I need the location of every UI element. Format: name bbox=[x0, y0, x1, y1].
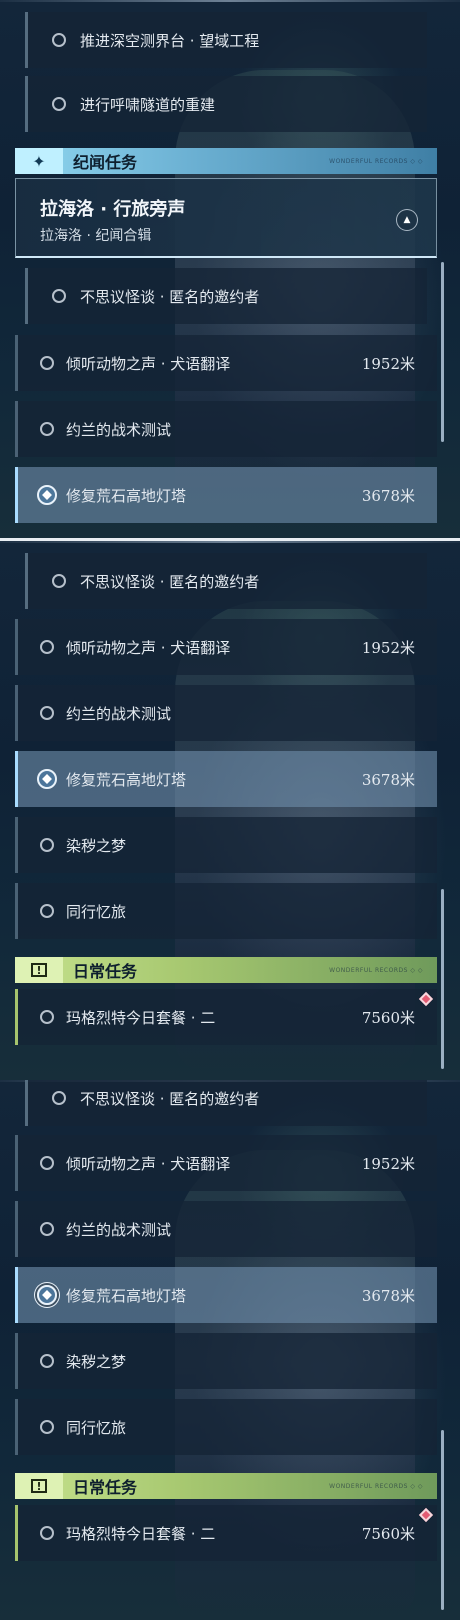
quest-label: 玛格烈特今日套餐 · 二 bbox=[66, 1524, 216, 1543]
quest-label: 约兰的战术测试 bbox=[66, 1220, 172, 1239]
quest-label: 修复荒石高地灯塔 bbox=[66, 1286, 187, 1305]
tracking-target-icon bbox=[37, 1285, 57, 1305]
quest-panel-2: 不思议怪谈 · 匿名的邀约者 倾听动物之声 · 犬语翻译 1952米 约兰的战术… bbox=[0, 541, 460, 1080]
subtask-row[interactable]: 不思议怪谈 · 匿名的邀约者 bbox=[25, 553, 427, 609]
subtask-row[interactable]: 不思议怪谈 · 匿名的邀约者 bbox=[25, 268, 427, 324]
quest-label: 约兰的战术测试 bbox=[66, 420, 172, 439]
unchecked-circle-icon bbox=[40, 1354, 54, 1368]
unchecked-circle-icon bbox=[40, 1156, 54, 1170]
quest-row[interactable]: 约兰的战术测试 bbox=[15, 401, 437, 457]
quest-distance: 7560米 bbox=[361, 1524, 415, 1543]
daily-quest-row[interactable]: 玛格烈特今日套餐 · 二 7560米 bbox=[15, 989, 437, 1045]
unchecked-circle-icon bbox=[40, 1526, 54, 1540]
unchecked-circle-icon bbox=[40, 640, 54, 654]
quest-group-card[interactable]: 拉海洛 · 行旅旁声 拉海洛 · 纪闻合辑 ▲ bbox=[15, 178, 437, 258]
quest-group-subtitle: 拉海洛 · 纪闻合辑 bbox=[40, 228, 152, 244]
quest-distance: 1952米 bbox=[361, 638, 415, 657]
quest-group-title: 拉海洛 · 行旅旁声 bbox=[40, 199, 186, 220]
quest-label: 约兰的战术测试 bbox=[66, 704, 172, 723]
subtask-label: 不思议怪谈 · 匿名的邀约者 bbox=[80, 287, 260, 306]
header-decoration-text: WONDERFUL RECORDS ◇ ◇ bbox=[329, 1482, 423, 1490]
quest-row[interactable]: 倾听动物之声 · 犬语翻译 1952米 bbox=[15, 619, 437, 675]
unchecked-circle-icon bbox=[40, 838, 54, 852]
subtask-row[interactable]: 进行呼啸隧道的重建 bbox=[25, 76, 427, 132]
subtask-label: 不思议怪谈 · 匿名的邀约者 bbox=[80, 1089, 260, 1108]
story-quests-header[interactable]: ✦ 纪闻任务 WONDERFUL RECORDS ◇ ◇ bbox=[15, 148, 437, 174]
quest-row-active[interactable]: 修复荒石高地灯塔 3678米 bbox=[15, 751, 437, 807]
tracking-target-icon bbox=[37, 485, 57, 505]
subtask-label: 不思议怪谈 · 匿名的邀约者 bbox=[80, 572, 260, 591]
quest-label: 倾听动物之声 · 犬语翻译 bbox=[66, 354, 231, 373]
collapse-chevron-icon[interactable]: ▲ bbox=[396, 209, 418, 231]
daily-quests-header[interactable]: ! 日常任务 WONDERFUL RECORDS ◇ ◇ bbox=[15, 1473, 437, 1499]
sparkle-icon: ✦ bbox=[15, 148, 63, 174]
quest-row-active[interactable]: 修复荒石高地灯塔 3678米 bbox=[15, 467, 437, 523]
header-decoration-text: WONDERFUL RECORDS ◇ ◇ bbox=[329, 966, 423, 974]
tracking-target-icon bbox=[37, 769, 57, 789]
unchecked-circle-icon bbox=[52, 33, 66, 47]
header-decoration-text: WONDERFUL RECORDS ◇ ◇ bbox=[329, 157, 423, 165]
quest-distance: 3678米 bbox=[361, 1286, 415, 1305]
subtask-row[interactable]: 推进深空测界台 · 望域工程 bbox=[25, 12, 427, 68]
quest-label: 倾听动物之声 · 犬语翻译 bbox=[66, 1154, 231, 1173]
quest-label: 染秽之梦 bbox=[66, 836, 127, 855]
unchecked-circle-icon bbox=[40, 1420, 54, 1434]
unchecked-circle-icon bbox=[52, 1091, 66, 1105]
quest-row[interactable]: 染秽之梦 bbox=[15, 1333, 437, 1389]
subtask-row[interactable]: 不思议怪谈 · 匿名的邀约者 bbox=[25, 1080, 427, 1126]
unchecked-circle-icon bbox=[40, 1222, 54, 1236]
unchecked-circle-icon bbox=[40, 1010, 54, 1024]
unchecked-circle-icon bbox=[40, 422, 54, 436]
quest-label: 同行忆旅 bbox=[66, 1418, 127, 1437]
unchecked-circle-icon bbox=[40, 904, 54, 918]
scrollbar-thumb[interactable] bbox=[441, 1430, 444, 1610]
quest-distance: 7560米 bbox=[361, 1008, 415, 1027]
unchecked-circle-icon bbox=[52, 97, 66, 111]
subtask-label: 推进深空测界台 · 望域工程 bbox=[80, 31, 260, 50]
quest-label: 染秽之梦 bbox=[66, 1352, 127, 1371]
unchecked-circle-icon bbox=[40, 706, 54, 720]
quest-distance: 3678米 bbox=[361, 770, 415, 789]
quest-panel-3: 不思议怪谈 · 匿名的邀约者 倾听动物之声 · 犬语翻译 1952米 约兰的战术… bbox=[0, 1080, 460, 1620]
quest-row-active[interactable]: 修复荒石高地灯塔 3678米 bbox=[15, 1267, 437, 1323]
quest-label: 倾听动物之声 · 犬语翻译 bbox=[66, 638, 231, 657]
exclamation-icon: ! bbox=[15, 957, 63, 983]
scrollbar-thumb[interactable] bbox=[441, 889, 444, 1069]
quest-label: 修复荒石高地灯塔 bbox=[66, 486, 187, 505]
section-title: 日常任务 bbox=[73, 962, 138, 981]
quest-distance: 1952米 bbox=[361, 1154, 415, 1173]
section-title: 日常任务 bbox=[73, 1478, 138, 1497]
quest-row[interactable]: 倾听动物之声 · 犬语翻译 1952米 bbox=[15, 335, 437, 391]
unchecked-circle-icon bbox=[52, 289, 66, 303]
quest-row[interactable]: 同行忆旅 bbox=[15, 1399, 437, 1455]
quest-row[interactable]: 倾听动物之声 · 犬语翻译 1952米 bbox=[15, 1135, 437, 1191]
quest-label: 同行忆旅 bbox=[66, 902, 127, 921]
unchecked-circle-icon bbox=[52, 574, 66, 588]
exclamation-icon: ! bbox=[15, 1473, 63, 1499]
quest-distance: 3678米 bbox=[361, 486, 415, 505]
quest-panel-1: 推进深空测界台 · 望域工程 进行呼啸隧道的重建 ✦ 纪闻任务 WONDERFU… bbox=[0, 0, 460, 538]
daily-quest-row[interactable]: 玛格烈特今日套餐 · 二 7560米 bbox=[15, 1505, 437, 1561]
section-title: 纪闻任务 bbox=[73, 153, 138, 172]
quest-row[interactable]: 约兰的战术测试 bbox=[15, 1201, 437, 1257]
quest-row[interactable]: 同行忆旅 bbox=[15, 883, 437, 939]
quest-label: 修复荒石高地灯塔 bbox=[66, 770, 187, 789]
scrollbar-thumb[interactable] bbox=[441, 262, 444, 442]
quest-row[interactable]: 染秽之梦 bbox=[15, 817, 437, 873]
quest-distance: 1952米 bbox=[361, 354, 415, 373]
subtask-label: 进行呼啸隧道的重建 bbox=[80, 95, 216, 114]
quest-label: 玛格烈特今日套餐 · 二 bbox=[66, 1008, 216, 1027]
quest-row[interactable]: 约兰的战术测试 bbox=[15, 685, 437, 741]
daily-quests-header[interactable]: ! 日常任务 WONDERFUL RECORDS ◇ ◇ bbox=[15, 957, 437, 983]
unchecked-circle-icon bbox=[40, 356, 54, 370]
